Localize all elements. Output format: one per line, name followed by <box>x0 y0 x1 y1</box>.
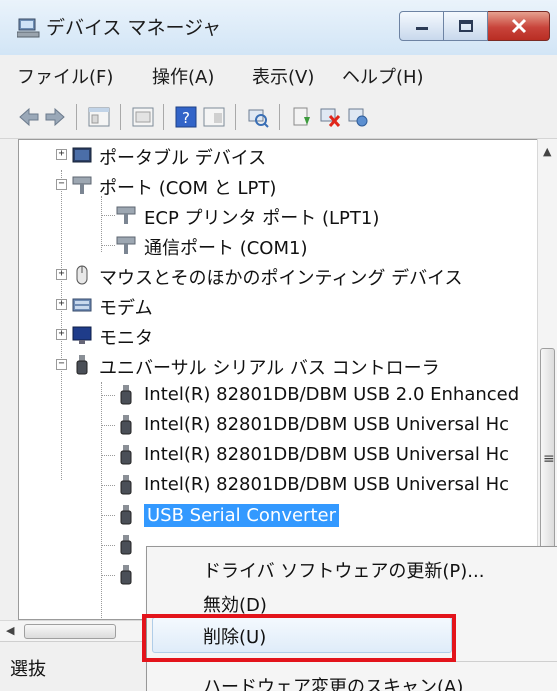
expand-plus-icon[interactable]: + <box>56 329 67 340</box>
back-arrow-icon[interactable] <box>17 105 41 129</box>
tree-connector <box>101 515 115 516</box>
tree-item-usb-device[interactable]: Intel(R) 82801DB/DBM USB Universal Hc <box>19 470 538 500</box>
console-tree-icon[interactable] <box>131 105 155 129</box>
toolbar-separator <box>76 104 77 130</box>
tree-connector <box>101 545 115 546</box>
tree-connector <box>101 245 115 246</box>
update-driver-icon[interactable] <box>290 105 314 129</box>
tree-item-monitor[interactable]: + モニタ <box>19 320 538 350</box>
context-scan-hardware[interactable]: ハードウェア変更のスキャン(A) <box>203 673 463 691</box>
usb-plug-icon <box>120 415 132 435</box>
collapse-minus-icon[interactable]: − <box>56 359 67 370</box>
tree-label: Intel(R) 82801DB/DBM USB Universal Hc <box>144 414 510 435</box>
toolbar: ? <box>0 96 557 139</box>
usb-plug-icon <box>120 505 132 525</box>
tree-connector <box>101 455 115 456</box>
help-icon[interactable]: ? <box>174 105 198 129</box>
status-text: 選抜 <box>10 659 46 680</box>
monitor-icon <box>72 326 92 344</box>
tree-item-usb-device[interactable]: Intel(R) 82801DB/DBM USB Universal Hc <box>19 410 538 440</box>
toolbar-separator <box>235 104 236 130</box>
minimize-button[interactable] <box>399 11 444 41</box>
maximize-button[interactable] <box>444 11 488 41</box>
menu-action[interactable]: 操作(A) <box>152 63 214 89</box>
horizontal-scroll-thumb[interactable] <box>24 624 116 639</box>
disable-icon[interactable] <box>346 105 370 129</box>
tree-label: Intel(R) 82801DB/DBM USB 2.0 Enhanced <box>144 384 520 405</box>
properties-view-icon[interactable] <box>87 105 111 129</box>
tree-item-usb-device[interactable] <box>19 530 139 560</box>
svg-text:?: ? <box>182 109 190 127</box>
close-icon <box>511 18 526 34</box>
tree-item-modem[interactable]: + モデム <box>19 290 538 320</box>
tree-item-ecp-port[interactable]: ECP プリンタ ポート (LPT1) <box>19 200 538 230</box>
tree-connector <box>101 485 115 486</box>
collapse-minus-icon[interactable]: − <box>56 179 67 190</box>
tree-label: モデム <box>99 298 153 319</box>
usb-plug-icon <box>120 385 132 405</box>
mouse-icon <box>76 265 88 285</box>
title-bar[interactable]: デバイス マネージャ <box>0 0 557 55</box>
tree-connector <box>101 215 115 216</box>
context-update-driver[interactable]: ドライバ ソフトウェアの更新(P)... <box>203 557 484 583</box>
tree-label: Intel(R) 82801DB/DBM USB Universal Hc <box>144 444 510 465</box>
toolbar-separator <box>163 104 164 130</box>
scroll-up-arrow-icon[interactable]: ▲ <box>543 145 551 158</box>
tree-connector <box>101 425 115 426</box>
tree-item-ports[interactable]: − ポート (COM と LPT) <box>19 170 538 200</box>
port-connector-icon <box>72 176 92 194</box>
usb-plug-icon <box>120 445 132 465</box>
tree-connector <box>101 395 115 396</box>
expand-plus-icon[interactable]: + <box>56 269 67 280</box>
maximize-icon <box>458 20 473 32</box>
menu-view[interactable]: 表示(V) <box>252 63 314 89</box>
show-hidden-icon[interactable] <box>202 105 226 129</box>
tree-item-mouse[interactable]: + マウスとそのほかのポインティング デバイス <box>19 260 538 290</box>
uninstall-icon[interactable] <box>318 105 342 129</box>
tree-label: 通信ポート (COM1) <box>144 238 308 259</box>
device-manager-window: デバイス マネージャ ファイル(F) 操作(A) 表示(V) ヘルプ(H) ? <box>0 0 557 691</box>
scroll-left-arrow-icon[interactable]: ◀ <box>6 624 14 637</box>
usb-plug-icon <box>120 565 132 585</box>
tree-connector <box>101 575 115 576</box>
menu-bar: ファイル(F) 操作(A) 表示(V) ヘルプ(H) <box>0 55 557 96</box>
portable-device-icon <box>72 147 92 163</box>
usb-plug-icon <box>76 355 88 375</box>
tree-item-usb-device[interactable]: Intel(R) 82801DB/DBM USB Universal Hc <box>19 440 538 470</box>
tree-label: ユニバーサル シリアル バス コントローラ <box>99 358 440 379</box>
forward-arrow-icon[interactable] <box>43 105 67 129</box>
tree-label: ポータブル デバイス <box>99 148 267 169</box>
tree-item-usb-controllers[interactable]: − ユニバーサル シリアル バス コントローラ <box>19 350 538 380</box>
usb-plug-icon <box>120 475 132 495</box>
menu-help[interactable]: ヘルプ(H) <box>342 63 424 89</box>
usb-plug-icon <box>120 535 132 555</box>
red-highlight-box <box>142 614 456 662</box>
modem-icon <box>72 298 92 312</box>
tree-item-com1[interactable]: 通信ポート (COM1) <box>19 230 538 260</box>
close-button[interactable] <box>488 11 550 41</box>
expand-plus-icon[interactable]: + <box>56 299 67 310</box>
window-controls <box>399 11 550 41</box>
tree-item-usb-serial-converter[interactable]: USB Serial Converter <box>19 500 538 530</box>
expand-plus-icon[interactable]: + <box>56 149 67 160</box>
menu-file[interactable]: ファイル(F) <box>17 63 113 89</box>
tree-item-usb-device[interactable] <box>19 560 139 590</box>
tree-label: ポート (COM と LPT) <box>99 178 277 199</box>
scan-hardware-icon[interactable] <box>246 105 270 129</box>
device-manager-icon <box>17 18 40 38</box>
toolbar-separator <box>120 104 121 130</box>
toolbar-separator <box>279 104 280 130</box>
tree-label: ECP プリンタ ポート (LPT1) <box>144 208 380 229</box>
tree-item-portable-devices[interactable]: + ポータブル デバイス <box>19 140 538 170</box>
window-title: デバイス マネージャ <box>46 17 222 39</box>
port-connector-icon <box>116 206 136 224</box>
minimize-icon <box>415 27 428 30</box>
tree-label-selected: USB Serial Converter <box>144 504 339 527</box>
tree-item-usb-device[interactable]: Intel(R) 82801DB/DBM USB 2.0 Enhanced <box>19 380 538 410</box>
tree-label: マウスとそのほかのポインティング デバイス <box>99 268 463 289</box>
scroll-grip-icon: ≡ <box>543 451 555 467</box>
tree-label: Intel(R) 82801DB/DBM USB Universal Hc <box>144 474 510 495</box>
port-connector-icon <box>116 236 136 254</box>
tree-label: モニタ <box>99 328 153 349</box>
